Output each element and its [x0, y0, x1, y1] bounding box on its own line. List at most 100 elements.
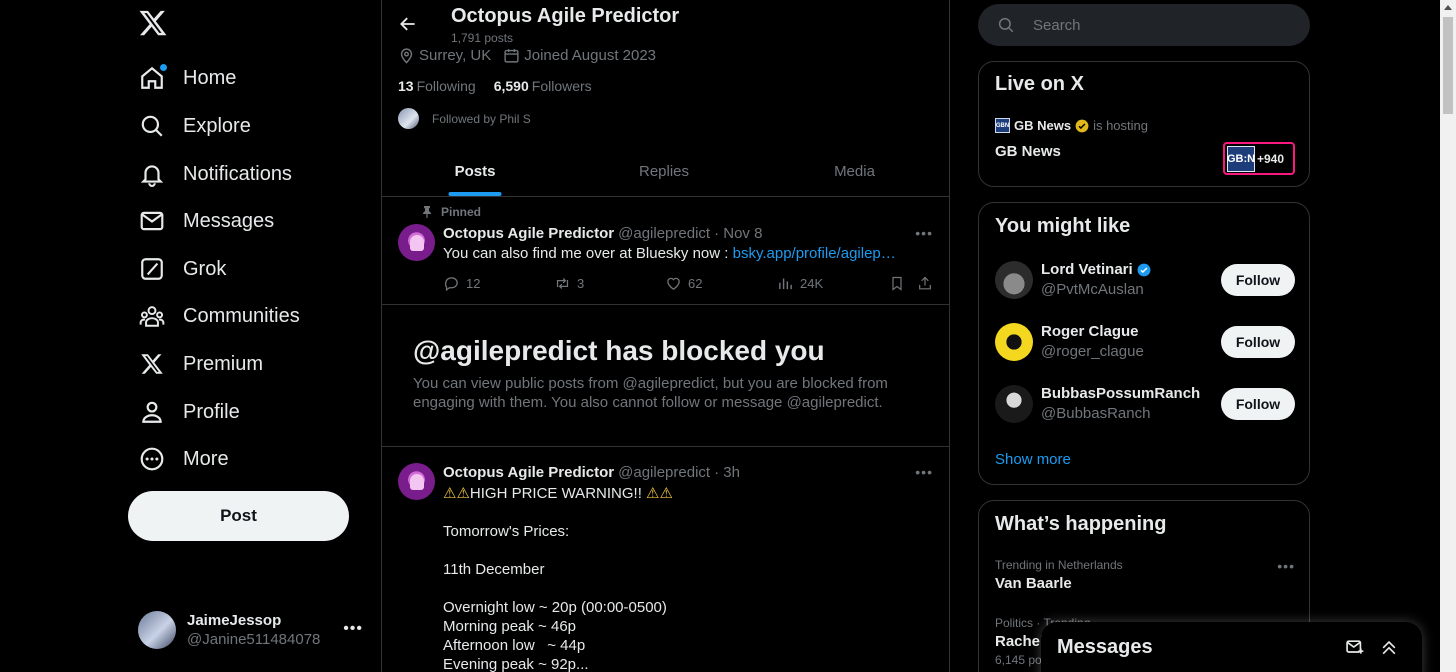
- user-name: Lord Vetinari: [1041, 261, 1133, 278]
- search-icon: [138, 112, 166, 140]
- avatar[interactable]: [398, 463, 435, 500]
- avatar: [995, 385, 1033, 423]
- profile-meta: Surrey, UK Joined August 2023: [398, 47, 668, 64]
- nav-label: Premium: [183, 352, 264, 375]
- badge-logo: GB:N: [1227, 145, 1255, 172]
- tab-label: Posts: [454, 162, 496, 180]
- pinned-tweet[interactable]: Pinned Octopus Agile Predictor @agilepre…: [382, 197, 949, 305]
- avatar: [995, 261, 1033, 299]
- nav-messages[interactable]: Messages: [138, 199, 274, 243]
- follow-button[interactable]: Follow: [1221, 326, 1295, 358]
- app-root: Home Explore Notifications Messages Grok: [0, 0, 1456, 672]
- messages-drawer-title: Messages: [1057, 636, 1153, 658]
- x-logo-icon[interactable]: [138, 8, 174, 44]
- followers-count: 6,590: [493, 78, 529, 94]
- search-box[interactable]: [978, 4, 1310, 46]
- back-arrow-icon[interactable]: [398, 14, 418, 34]
- tab-posts[interactable]: Posts: [382, 146, 568, 196]
- post-button[interactable]: Post: [128, 491, 349, 541]
- author-name[interactable]: Octopus Agile Predictor: [443, 225, 614, 242]
- user-name: Roger Clague: [1041, 323, 1139, 340]
- live-listeners-badge[interactable]: GB:N +940: [1223, 142, 1295, 175]
- tweet[interactable]: Octopus Agile Predictor @agilepredict · …: [382, 447, 949, 672]
- like-button[interactable]: 62: [665, 275, 702, 292]
- author-name[interactable]: Octopus Agile Predictor: [443, 464, 614, 481]
- follow-button[interactable]: Follow: [1221, 264, 1295, 296]
- views-button[interactable]: 24K: [777, 275, 823, 292]
- tweet-date[interactable]: · Nov 8: [714, 225, 762, 242]
- scrollbar-thumb[interactable]: [1443, 17, 1453, 114]
- messages-drawer[interactable]: Messages: [1041, 622, 1422, 672]
- calendar-icon: [504, 49, 519, 63]
- followers-link[interactable]: 6,590 Followers: [494, 78, 592, 94]
- tweet-link[interactable]: bsky.app/profile/agilep…: [733, 245, 896, 262]
- share-button[interactable]: [917, 275, 939, 292]
- live-show-title[interactable]: GB News: [995, 143, 1061, 160]
- more-dots-icon[interactable]: •••: [343, 620, 363, 638]
- page-title: Octopus Agile Predictor: [451, 5, 680, 27]
- new-message-icon[interactable]: [1345, 637, 1365, 662]
- user-handle: @roger_clague: [1041, 343, 1144, 360]
- verified-blue-icon: [1137, 263, 1151, 277]
- following-label: Following: [416, 78, 476, 94]
- repost-button[interactable]: 3: [554, 275, 584, 292]
- suggested-user[interactable]: Lord Vetinari @PvtMcAuslan Follow: [995, 261, 1295, 301]
- suggested-user[interactable]: BubbasPossumRanch @BubbasRanch Follow: [995, 385, 1295, 425]
- envelope-icon: [138, 207, 166, 235]
- nav-communities[interactable]: Communities: [138, 294, 300, 338]
- tweet-line: Afternoon low ~ 44p: [443, 637, 586, 654]
- more-circle-icon: [138, 445, 166, 473]
- person-icon: [138, 398, 166, 426]
- joined-text: Joined August 2023: [524, 47, 657, 64]
- follow-counts: 13 Following 6,590 Followers: [398, 78, 592, 94]
- reply-button[interactable]: 12: [443, 275, 480, 292]
- expand-up-icon[interactable]: [1379, 637, 1399, 662]
- home-icon: [138, 64, 167, 92]
- profile-column: Octopus Agile Predictor 1,791 posts Surr…: [381, 0, 950, 672]
- communities-icon: [138, 302, 166, 330]
- trend-item[interactable]: Trending in Netherlands Van Baarle •••: [995, 558, 1295, 592]
- views-icon: [779, 278, 792, 290]
- more-dots-icon[interactable]: •••: [915, 225, 933, 241]
- bookmark-icon: [892, 276, 902, 291]
- search-input[interactable]: [1033, 16, 1283, 34]
- page-scrollbar[interactable]: [1440, 0, 1456, 672]
- show-more-link[interactable]: Show more: [995, 451, 1071, 468]
- user-name-row: BubbasPossumRanch: [1041, 385, 1200, 402]
- more-dots-icon[interactable]: •••: [1277, 558, 1295, 574]
- tab-replies[interactable]: Replies: [568, 146, 760, 196]
- blocked-description: You can view public posts from @agilepre…: [413, 375, 888, 411]
- live-host[interactable]: GBN GB News is hosting: [995, 118, 1148, 133]
- nav-grok[interactable]: Grok: [138, 247, 226, 291]
- followed-by[interactable]: Followed by Phil S: [398, 108, 531, 129]
- tab-label: Replies: [638, 162, 690, 180]
- following-link[interactable]: 13 Following: [398, 78, 476, 94]
- scroll-up-arrow-icon[interactable]: [1444, 5, 1452, 10]
- heart-icon: [667, 277, 680, 290]
- verified-gold-icon: [1075, 119, 1089, 133]
- account-switcher[interactable]: JaimeJessop @Janine511484078 •••: [138, 608, 363, 652]
- bookmark-button[interactable]: [889, 275, 911, 292]
- tweet-header: Octopus Agile Predictor @agilepredict · …: [443, 225, 762, 242]
- tweet-line: Overnight low ~ 20p (00:00-0500): [443, 599, 667, 616]
- nav-more[interactable]: More: [138, 437, 229, 481]
- nav-premium[interactable]: Premium: [138, 342, 263, 386]
- nav-home[interactable]: Home: [138, 56, 236, 100]
- tweet-time[interactable]: · 3h: [714, 464, 740, 481]
- posts-count: 1,791 posts: [451, 31, 514, 45]
- whats-happening-title: What’s happening: [995, 513, 1167, 535]
- more-dots-icon[interactable]: •••: [915, 464, 933, 480]
- profile-header-bar: Octopus Agile Predictor 1,791 posts: [382, 0, 949, 48]
- suggested-user[interactable]: Roger Clague @roger_clague Follow: [995, 323, 1295, 363]
- warning-text: HIGH PRICE WARNING!!: [469, 485, 642, 502]
- nav-notifications[interactable]: Notifications: [138, 152, 292, 196]
- user-handle: @BubbasRanch: [1041, 405, 1151, 422]
- avatar[interactable]: [398, 224, 435, 261]
- nav-explore[interactable]: Explore: [138, 104, 251, 148]
- nav-profile[interactable]: Profile: [138, 390, 240, 434]
- tab-media[interactable]: Media: [760, 146, 949, 196]
- tweet-actions: 12 3 62 24K: [443, 275, 933, 295]
- pinned-label: Pinned: [422, 205, 481, 219]
- followers-label: Followers: [531, 78, 592, 94]
- follow-button[interactable]: Follow: [1221, 388, 1295, 420]
